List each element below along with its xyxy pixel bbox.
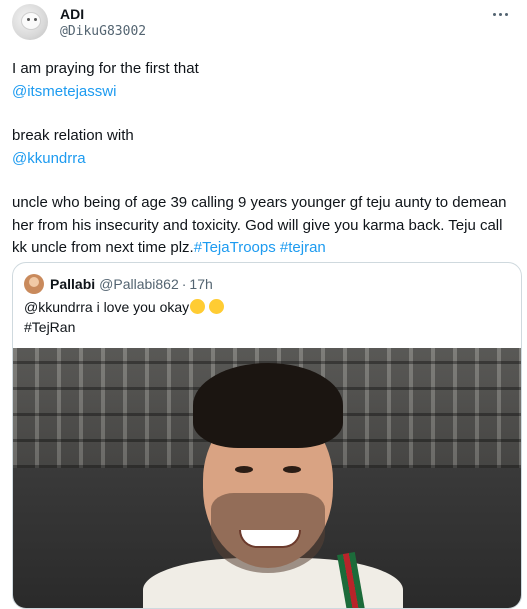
avatar-eye-left bbox=[27, 18, 30, 21]
avatar-face bbox=[21, 12, 41, 30]
photo-smile bbox=[239, 530, 301, 548]
more-dot bbox=[498, 12, 502, 16]
quote-avatar[interactable] bbox=[24, 274, 44, 294]
quote-author-name[interactable]: Pallabi bbox=[50, 276, 95, 292]
quote-timestamp[interactable]: 17h bbox=[189, 276, 212, 292]
smiling-face-with-hearts-icon bbox=[190, 299, 206, 314]
more-dot bbox=[504, 12, 508, 16]
quoted-tweet[interactable]: Pallabi @Pallabi862 · 17h @kkundrra i lo… bbox=[12, 262, 522, 609]
author-handle[interactable]: @DikuG83002 bbox=[60, 24, 146, 39]
quote-photo[interactable] bbox=[13, 348, 521, 608]
hashtag-link[interactable]: #TejaTroops bbox=[194, 239, 276, 256]
mention-link[interactable]: @itsmetejasswi bbox=[12, 83, 116, 100]
avatar-eye-right bbox=[34, 18, 37, 21]
quote-hashtag: #TejRan bbox=[24, 319, 76, 335]
photo-eye-right bbox=[283, 466, 301, 473]
mention-link[interactable]: @kkundrra bbox=[12, 150, 86, 167]
photo-hair bbox=[193, 363, 343, 448]
quote-separator: · bbox=[181, 276, 187, 292]
tweet-line: I am praying for the first that bbox=[12, 60, 199, 77]
more-options-button[interactable] bbox=[487, 4, 513, 24]
tweet-line: break relation with bbox=[12, 127, 134, 144]
author-name[interactable]: ADI bbox=[60, 6, 84, 22]
more-dot bbox=[492, 12, 496, 16]
hashtag-link[interactable]: #tejran bbox=[280, 239, 326, 256]
tweet-paragraph: uncle who being of age 39 calling 9 year… bbox=[12, 192, 512, 260]
quote-header: Pallabi @Pallabi862 · 17h bbox=[24, 274, 213, 294]
author-avatar[interactable] bbox=[12, 4, 48, 40]
quote-text: @kkundrra i love you okay #TejRan bbox=[24, 297, 225, 337]
quote-author-handle[interactable]: @Pallabi862 bbox=[99, 276, 179, 292]
photo-eye-left bbox=[235, 466, 253, 473]
tweet-text: I am praying for the first that @itsmete… bbox=[12, 58, 512, 260]
quote-text-line: @kkundrra i love you okay bbox=[24, 299, 190, 315]
face-blowing-kiss-icon bbox=[209, 299, 225, 314]
